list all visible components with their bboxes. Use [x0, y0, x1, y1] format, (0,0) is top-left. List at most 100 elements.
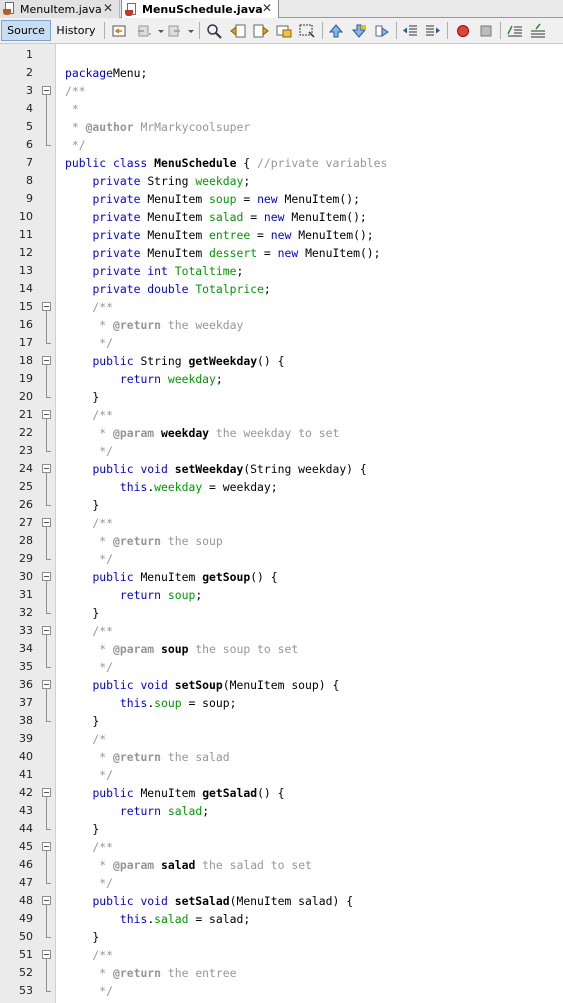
- code-line[interactable]: */: [65, 136, 86, 154]
- code-editor[interactable]: 1 2 3 4 5 6 7 8 9 10 11 12 13 14 15 16 17 18 19 20 21 22 23 24 2…: [0, 44, 563, 1003]
- fold-collapse-icon[interactable]: [42, 680, 51, 689]
- code-line[interactable]: * @param weekday the weekday to set: [65, 424, 339, 442]
- fold-collapse-icon[interactable]: [42, 842, 51, 851]
- code-line[interactable]: private int Totaltime;: [65, 262, 243, 280]
- close-icon[interactable]: ✕: [262, 1, 272, 15]
- code-line[interactable]: /**: [65, 514, 113, 532]
- close-icon[interactable]: ✕: [103, 1, 113, 15]
- stop-macro-icon[interactable]: [478, 23, 494, 39]
- uncomment-icon[interactable]: [530, 23, 546, 39]
- code-line[interactable]: }: [65, 820, 99, 838]
- fold-collapse-icon[interactable]: [42, 464, 51, 473]
- previous-bookmark-icon[interactable]: [328, 23, 344, 39]
- code-line[interactable]: * @return the soup: [65, 532, 222, 550]
- code-line[interactable]: /**: [65, 298, 113, 316]
- code-line[interactable]: /**: [65, 838, 113, 856]
- code-line[interactable]: return soup;: [65, 586, 202, 604]
- fold-collapse-icon[interactable]: [42, 572, 51, 581]
- back-icon[interactable]: [136, 23, 152, 39]
- source-view-button[interactable]: Source: [1, 20, 51, 41]
- toggle-bookmark-icon[interactable]: [374, 23, 390, 39]
- code-line[interactable]: private String weekday;: [65, 172, 250, 190]
- code-line[interactable]: this.weekday = weekday;: [65, 478, 278, 496]
- code-line[interactable]: * @author MrMarkycoolsuper: [65, 118, 250, 136]
- fold-collapse-icon[interactable]: [42, 626, 51, 635]
- code-line[interactable]: private double Totalprice;: [65, 280, 270, 298]
- code-line[interactable]: */: [65, 982, 113, 1000]
- find-icon[interactable]: [206, 23, 222, 39]
- code-line[interactable]: public class MenuSchedule { //private va…: [65, 154, 387, 172]
- fold-collapse-icon[interactable]: [42, 896, 51, 905]
- code-line[interactable]: */: [65, 658, 113, 676]
- code-line[interactable]: this.salad = salad;: [65, 910, 250, 928]
- fold-collapse-icon[interactable]: [42, 518, 51, 527]
- code-line[interactable]: /**: [65, 406, 113, 424]
- code-line[interactable]: }: [65, 928, 99, 946]
- code-line[interactable]: * @return the entree: [65, 964, 236, 982]
- fold-collapse-icon[interactable]: [42, 86, 51, 95]
- start-macro-icon[interactable]: [455, 23, 471, 39]
- code-line[interactable]: packageMenu;: [65, 64, 147, 82]
- code-line[interactable]: }: [65, 496, 99, 514]
- code-line[interactable]: public void setSoup(MenuItem soup) {: [65, 676, 339, 694]
- fold-collapse-icon[interactable]: [42, 302, 51, 311]
- code-line[interactable]: */: [65, 334, 113, 352]
- tab-menuschedule-java[interactable]: MenuSchedule.java ✕: [121, 0, 279, 19]
- last-edit-icon[interactable]: [111, 23, 127, 39]
- toggle-rect-selection-icon[interactable]: [299, 23, 315, 39]
- chevron-down-icon[interactable]: [183, 23, 194, 39]
- fold-guide-line: [46, 365, 47, 397]
- shift-right-icon[interactable]: [425, 23, 441, 39]
- code-line[interactable]: * @return the weekday: [65, 316, 243, 334]
- code-line[interactable]: /**: [65, 946, 113, 964]
- code-line[interactable]: * @return the salad: [65, 748, 229, 766]
- line-number: 7: [26, 156, 33, 169]
- forward-icon[interactable]: [166, 23, 182, 39]
- code-line[interactable]: this.soup = soup;: [65, 694, 237, 712]
- code-line[interactable]: private MenuItem salad = new MenuItem();: [65, 208, 366, 226]
- code-line[interactable]: */: [65, 550, 113, 568]
- code-line[interactable]: * @param salad the salad to set: [65, 856, 312, 874]
- code-line[interactable]: *: [65, 100, 79, 118]
- code-line[interactable]: /*: [65, 730, 106, 748]
- fold-collapse-icon[interactable]: [42, 410, 51, 419]
- next-bookmark-icon[interactable]: [351, 23, 367, 39]
- code-line[interactable]: private MenuItem soup = new MenuItem();: [65, 190, 360, 208]
- code-line[interactable]: public MenuItem getSoup() {: [65, 568, 277, 586]
- fold-collapse-icon[interactable]: [42, 788, 51, 797]
- code-line[interactable]: private MenuItem dessert = new MenuItem(…: [65, 244, 380, 262]
- code-line[interactable]: return salad;: [65, 802, 209, 820]
- find-next-icon[interactable]: [253, 23, 269, 39]
- line-number: 6: [26, 138, 33, 151]
- shift-left-icon[interactable]: [402, 23, 418, 39]
- comment-icon[interactable]: [507, 23, 523, 39]
- code-line[interactable]: public void setWeekday(String weekday) {: [65, 460, 366, 478]
- code-line[interactable]: * @param soup the soup to set: [65, 640, 298, 658]
- code-token: new: [257, 192, 285, 206]
- code-line[interactable]: public String getWeekday() {: [65, 352, 284, 370]
- code-token: */: [65, 876, 114, 890]
- code-line[interactable]: */: [65, 766, 113, 784]
- code-line[interactable]: public MenuItem getSalad() {: [65, 784, 284, 802]
- code-token: private int: [92, 264, 175, 278]
- code-line[interactable]: }: [65, 712, 99, 730]
- code-line[interactable]: */: [65, 874, 113, 892]
- line-number: 35: [19, 660, 33, 673]
- code-line[interactable]: private MenuItem entree = new MenuItem()…: [65, 226, 373, 244]
- code-line[interactable]: /**: [65, 82, 86, 100]
- code-line[interactable]: }: [65, 604, 99, 622]
- find-previous-icon[interactable]: [230, 23, 246, 39]
- code-area[interactable]: packageMenu;/** * * @author MrMarkycools…: [56, 44, 563, 1003]
- tab-menuitem-java[interactable]: MenuItem.java ✕: [0, 0, 120, 18]
- history-view-button[interactable]: History: [53, 20, 99, 41]
- fold-collapse-icon[interactable]: [42, 950, 51, 959]
- fold-collapse-icon[interactable]: [42, 356, 51, 365]
- code-line[interactable]: }: [65, 388, 99, 406]
- code-line[interactable]: /**: [65, 622, 113, 640]
- code-line[interactable]: return weekday;: [65, 370, 223, 388]
- code-line[interactable]: public void setSalad(MenuItem salad) {: [65, 892, 353, 910]
- chevron-down-icon[interactable]: [153, 23, 164, 39]
- toggle-highlight-icon[interactable]: [276, 23, 292, 39]
- code-line[interactable]: */: [65, 442, 113, 460]
